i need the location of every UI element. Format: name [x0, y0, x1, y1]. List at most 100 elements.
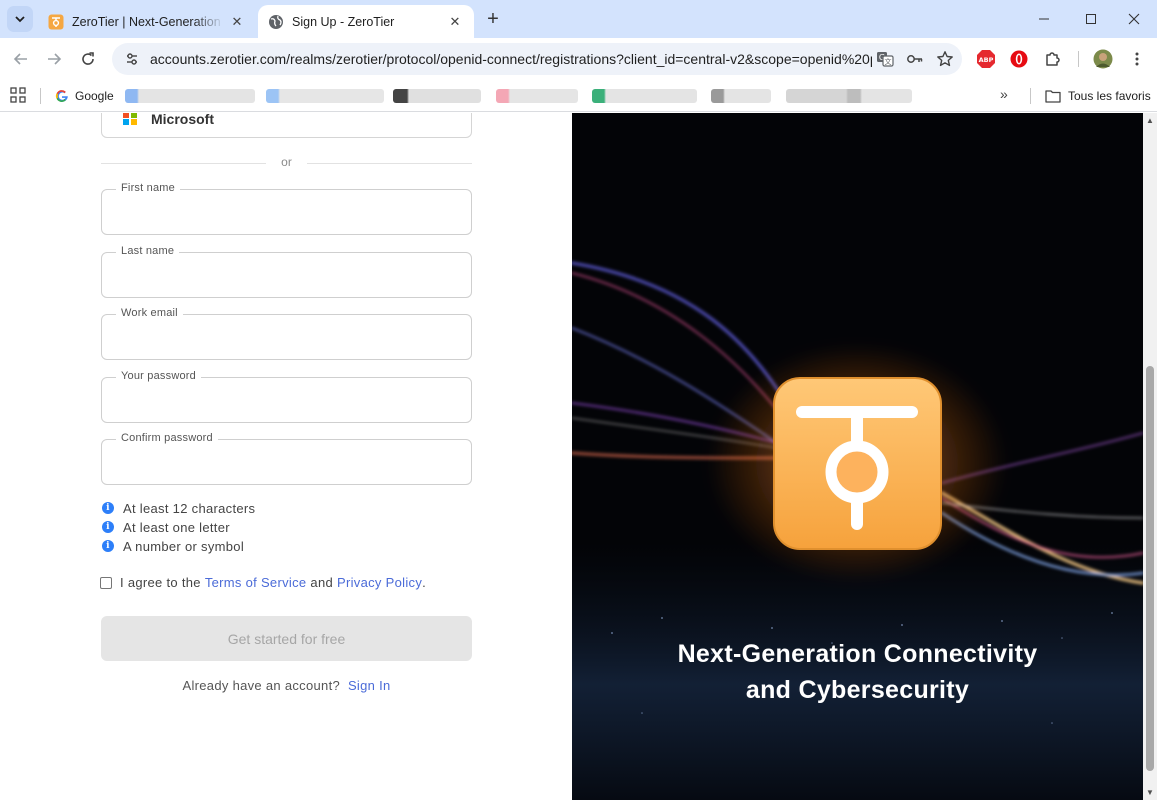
requirement-text: A number or symbol: [123, 538, 245, 554]
info-icon: i: [102, 540, 114, 552]
bookmark-star-icon[interactable]: [932, 47, 958, 71]
last-name-label: Last name: [116, 245, 180, 257]
arrow-left-icon: [13, 53, 27, 65]
reload-button[interactable]: [75, 46, 101, 72]
get-started-button[interactable]: Get started for free: [101, 616, 472, 661]
bookmark-blurred[interactable]: [125, 89, 255, 103]
privacy-policy-link[interactable]: Privacy Policy: [337, 575, 422, 590]
window-close-icon[interactable]: [1111, 0, 1157, 38]
confirm-password-field[interactable]: Confirm password: [101, 432, 472, 485]
info-icon: i: [102, 521, 114, 533]
tab-sign-up[interactable]: Sign Up - ZeroTier ✕: [258, 5, 474, 38]
hero-panel: Next-Generation Connectivity and Cyberse…: [572, 113, 1143, 800]
back-button[interactable]: [8, 46, 34, 72]
page-scrollbar[interactable]: ▲ ▼: [1143, 113, 1157, 800]
browser-toolbar: accounts.zerotier.com/realms/zerotier/pr…: [0, 38, 1157, 80]
scroll-up-icon[interactable]: ▲: [1145, 115, 1155, 125]
address-bar[interactable]: accounts.zerotier.com/realms/zerotier/pr…: [112, 43, 962, 75]
password-requirement: i At least 12 characters: [102, 499, 255, 517]
scrollbar-thumb[interactable]: [1146, 366, 1154, 771]
adblock-plus-icon[interactable]: ABP: [975, 48, 997, 70]
bookmark-blurred[interactable]: [496, 89, 578, 103]
tab-strip: ZeroTier | Next-Generation Connectivity …: [0, 0, 1157, 38]
bookmark-blurred[interactable]: [711, 89, 771, 103]
bookmark-google-label: Google: [75, 89, 114, 103]
folder-icon: [1045, 90, 1061, 103]
agree-and: and: [310, 575, 334, 590]
tab-zerotier-home[interactable]: ZeroTier | Next-Generation Connectivity …: [38, 5, 256, 38]
forward-button[interactable]: [41, 46, 67, 72]
tab-title: Sign Up - ZeroTier: [292, 14, 395, 29]
work-email-input[interactable]: [102, 315, 471, 359]
first-name-field[interactable]: First name: [101, 182, 472, 235]
hero-title: Next-Generation Connectivity and Cyberse…: [572, 636, 1143, 708]
work-email-field[interactable]: Work email: [101, 307, 472, 360]
opera-extension-icon[interactable]: [1008, 48, 1030, 70]
google-icon: [55, 90, 68, 103]
tab-search-button[interactable]: [7, 6, 33, 32]
page-content: Microsoft or First name Last name Work e…: [0, 113, 1157, 800]
apps-grid-icon[interactable]: [10, 87, 28, 105]
close-icon[interactable]: ✕: [228, 13, 246, 31]
chevron-down-icon: [15, 16, 25, 23]
terms-of-service-link[interactable]: Terms of Service: [205, 575, 307, 590]
requirement-text: At least 12 characters: [123, 500, 256, 516]
key-icon[interactable]: [902, 47, 928, 71]
first-name-label: First name: [116, 182, 180, 194]
password-label: Your password: [116, 370, 201, 382]
zerotier-logo-icon: [773, 377, 942, 550]
signin-prompt: Already have an account? Sign In: [101, 678, 472, 693]
scroll-down-icon[interactable]: ▼: [1145, 787, 1155, 797]
agree-prefix: I agree to the: [120, 575, 201, 590]
svg-text:文: 文: [885, 57, 892, 66]
all-bookmarks-folder[interactable]: Tous les favoris: [1045, 86, 1151, 106]
sign-in-link[interactable]: Sign In: [348, 678, 391, 693]
signin-prompt-text: Already have an account?: [182, 678, 341, 693]
close-icon[interactable]: ✕: [446, 13, 464, 31]
bookmark-blurred[interactable]: [592, 89, 697, 103]
work-email-label: Work email: [116, 307, 183, 319]
profile-avatar[interactable]: [1092, 48, 1114, 70]
last-name-input[interactable]: [102, 253, 471, 297]
password-requirement: i A number or symbol: [102, 537, 244, 555]
agree-suffix: .: [422, 575, 427, 590]
maximize-icon[interactable]: [1068, 0, 1114, 38]
translate-icon[interactable]: G文: [872, 47, 898, 71]
or-divider: or: [101, 155, 472, 169]
terms-checkbox[interactable]: [100, 576, 112, 589]
password-requirement: i At least one letter: [102, 518, 230, 536]
microsoft-button-label: Microsoft: [151, 113, 214, 127]
toolbar-separator: [1078, 51, 1079, 67]
last-name-field[interactable]: Last name: [101, 245, 472, 298]
arrow-right-icon: [48, 53, 62, 65]
first-name-input[interactable]: [102, 190, 471, 234]
signup-form-panel: Microsoft or First name Last name Work e…: [0, 113, 572, 800]
hero-title-line2: and Cybersecurity: [745, 676, 970, 704]
all-bookmarks-label: Tous les favoris: [1068, 89, 1151, 103]
password-input[interactable]: [102, 378, 471, 422]
extensions-puzzle-icon[interactable]: [1042, 48, 1064, 70]
requirement-text: At least one letter: [123, 519, 230, 535]
zerotier-favicon-icon: [48, 14, 64, 30]
new-tab-button[interactable]: +: [482, 8, 504, 30]
info-icon: i: [102, 502, 114, 514]
microsoft-signin-button[interactable]: Microsoft: [101, 113, 472, 138]
bookmarks-overflow-icon[interactable]: »: [1000, 86, 1008, 102]
bookmark-blurred[interactable]: [266, 89, 384, 103]
bookmark-separator: [1030, 88, 1031, 104]
bookmark-google[interactable]: Google: [55, 86, 114, 106]
hero-title-line1: Next-Generation Connectivity: [677, 640, 1038, 668]
url-text: accounts.zerotier.com/realms/zerotier/pr…: [150, 51, 872, 67]
bookmarks-bar: Google » Tous les favoris: [0, 80, 1157, 112]
browser-menu-icon[interactable]: [1126, 48, 1148, 70]
site-settings-icon[interactable]: [117, 47, 147, 71]
reload-icon: [82, 52, 94, 65]
or-label: or: [281, 155, 292, 169]
bookmark-blurred[interactable]: [786, 89, 912, 103]
confirm-password-input[interactable]: [102, 440, 471, 484]
globe-icon: [268, 14, 284, 30]
bookmark-blurred[interactable]: [393, 89, 481, 103]
minimize-icon[interactable]: [1021, 0, 1067, 38]
svg-text:ABP: ABP: [979, 56, 994, 64]
password-field[interactable]: Your password: [101, 370, 472, 423]
